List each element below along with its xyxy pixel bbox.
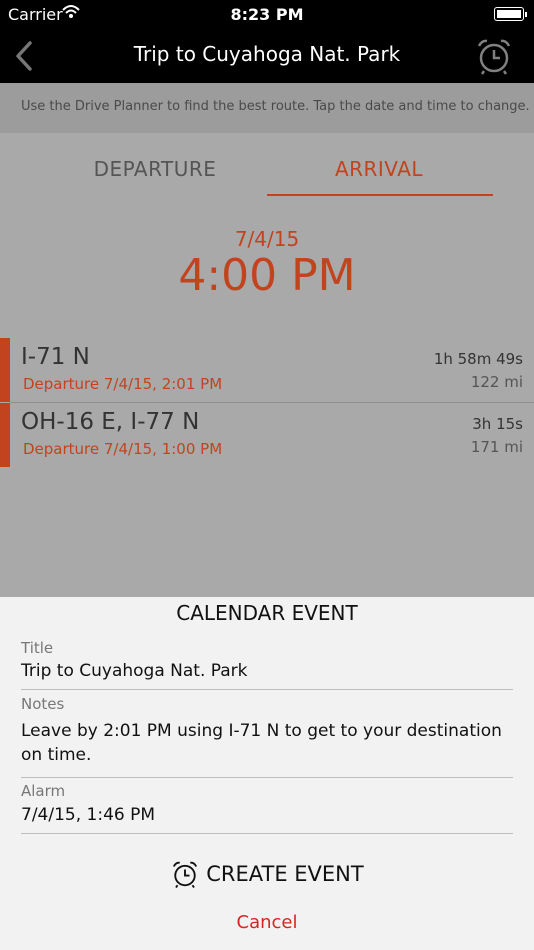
route-distance: 171 mi: [470, 438, 523, 456]
route-duration: 1h 58m 49s: [433, 350, 523, 368]
create-event-label: CREATE EVENT: [206, 862, 364, 886]
route-departure: Departure 7/4/15, 2:01 PM: [23, 375, 223, 393]
title-field[interactable]: Trip to Cuyahoga Nat. Park: [21, 659, 516, 683]
alarm-field[interactable]: 7/4/15, 1:46 PM: [21, 803, 516, 827]
info-text: Use the Drive Planner to find the best r…: [21, 99, 530, 114]
calendar-event-sheet: CALENDAR EVENT Title Trip to Cuyahoga Na…: [0, 597, 534, 950]
info-banner: Use the Drive Planner to find the best r…: [0, 83, 534, 133]
route-departure: Departure 7/4/15, 1:00 PM: [23, 440, 223, 458]
title-label: Title: [21, 639, 54, 657]
page-title: Trip to Cuyahoga Nat. Park: [133, 42, 401, 66]
alarm-clock-icon: [477, 39, 511, 75]
alarm-clock-icon: [173, 861, 198, 889]
route-option[interactable]: OH-16 E, I-77 N Departure 7/4/15, 1:00 P…: [0, 403, 534, 467]
divider: [21, 833, 513, 834]
mode-tabs: DEPARTURE ARRIVAL: [0, 133, 534, 197]
route-selected-bar: [0, 338, 10, 402]
arrival-date[interactable]: 7/4/15: [0, 227, 534, 251]
active-tab-indicator: [267, 194, 493, 196]
sheet-heading: CALENDAR EVENT: [176, 601, 358, 625]
divider: [21, 689, 513, 690]
create-event-button[interactable]: CREATE EVENT: [0, 859, 534, 893]
arrival-time[interactable]: 4:00 PM: [0, 250, 534, 301]
cancel-button[interactable]: Cancel: [0, 912, 534, 933]
alarm-label: Alarm: [21, 782, 66, 800]
status-bar: Carrier 8:23 PM: [0, 0, 534, 28]
notes-label: Notes: [21, 695, 65, 713]
route-option[interactable]: I-71 N Departure 7/4/15, 2:01 PM 1h 58m …: [0, 338, 534, 402]
tab-departure[interactable]: DEPARTURE: [40, 157, 270, 181]
alarm-button[interactable]: [474, 36, 514, 76]
nav-bar: Trip to Cuyahoga Nat. Park: [0, 28, 534, 83]
route-duration: 3h 15s: [472, 415, 523, 433]
route-selected-bar: [0, 403, 10, 467]
route-distance: 122 mi: [470, 373, 523, 391]
tab-arrival[interactable]: ARRIVAL: [264, 157, 494, 181]
route-name: I-71 N: [21, 344, 90, 370]
status-time: 8:23 PM: [230, 5, 304, 24]
divider: [21, 777, 513, 778]
notes-field[interactable]: Leave by 2:01 PM using I-71 N to get to …: [21, 719, 516, 767]
route-name: OH-16 E, I-77 N: [21, 409, 200, 435]
battery-icon: [494, 7, 527, 21]
